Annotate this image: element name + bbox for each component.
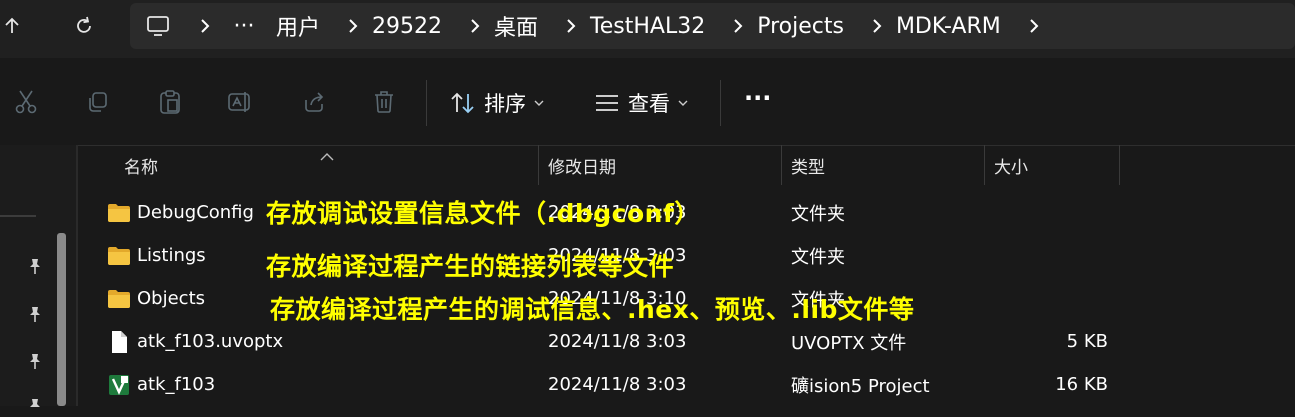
paste-icon[interactable] — [152, 84, 188, 120]
computer-icon[interactable] — [130, 15, 186, 37]
file-size: 16 KB — [1055, 374, 1108, 395]
cut-icon[interactable] — [8, 84, 44, 120]
column-separator[interactable] — [781, 145, 782, 185]
annotation-listings: 存放编译过程产生的链接列表等文件 — [266, 252, 675, 281]
file-type: UVOPTX 文件 — [791, 332, 907, 354]
sort-ascending-icon — [320, 146, 334, 165]
column-name-label: 名称 — [124, 157, 158, 178]
column-header-type[interactable]: 类型 — [791, 145, 981, 185]
view-label: 查看 — [628, 92, 670, 116]
toolbar-divider — [720, 80, 721, 126]
column-separator[interactable] — [984, 145, 985, 185]
file-name: Objects — [137, 288, 206, 309]
column-separator[interactable] — [538, 145, 539, 185]
folder-icon — [108, 290, 130, 308]
breadcrumb-mdk-arm[interactable]: MDK-ARM — [896, 14, 1001, 39]
column-header-date[interactable]: 修改日期 — [548, 145, 778, 185]
file-date: 2024/11/8 3:03 — [548, 331, 687, 352]
file-type: 礦ision5 Project — [791, 375, 930, 397]
breadcrumb-more[interactable]: ··· — [224, 14, 264, 39]
up-arrow-icon[interactable] — [0, 8, 30, 44]
pin-icon[interactable] — [24, 303, 46, 325]
file-icon — [112, 331, 127, 353]
breadcrumb-desktop[interactable]: 桌面 — [494, 10, 538, 42]
more-options-button[interactable]: ··· — [744, 84, 771, 112]
file-row[interactable]: atk_f103.uvoptx 2024/11/8 3:03 UVOPTX 文件… — [90, 320, 1295, 363]
pin-icon[interactable] — [24, 350, 46, 372]
chevron-right-icon[interactable] — [456, 18, 494, 34]
file-size: 5 KB — [1066, 331, 1108, 352]
sort-icon — [451, 92, 474, 114]
file-name: Listings — [137, 245, 206, 266]
file-name: atk_f103.uvoptx — [137, 331, 284, 352]
pin-icon[interactable] — [24, 255, 46, 277]
chevron-right-icon[interactable] — [1015, 18, 1053, 34]
chevron-right-icon[interactable] — [334, 18, 372, 34]
navigation-pane — [0, 145, 76, 407]
chevron-down-icon — [678, 100, 688, 106]
annotation-objects: 存放编译过程产生的调试信息、.hex、预览、.lib文件等 — [270, 295, 915, 324]
more-options-label: ··· — [744, 84, 772, 112]
sort-menu[interactable]: 排序 — [450, 88, 544, 118]
column-date-label: 修改日期 — [548, 157, 616, 178]
delete-icon[interactable] — [366, 84, 402, 120]
breadcrumb-projects[interactable]: Projects — [757, 14, 844, 39]
rename-icon[interactable] — [222, 84, 258, 120]
navigation-scrollbar[interactable] — [57, 233, 66, 406]
navigation-separator — [0, 215, 36, 217]
address-bar[interactable]: ··· 用户 29522 桌面 TestHAL32 Projects MDK-A… — [130, 3, 1295, 49]
refresh-icon[interactable] — [66, 8, 102, 44]
view-icon — [596, 95, 618, 111]
file-size — [994, 277, 1108, 320]
chevron-right-icon[interactable] — [186, 18, 224, 34]
folder-icon — [108, 204, 130, 222]
share-icon[interactable] — [296, 84, 332, 120]
column-type-label: 类型 — [791, 157, 825, 178]
view-menu[interactable]: 查看 — [594, 88, 688, 118]
file-name: atk_f103 — [137, 374, 216, 395]
file-size — [994, 234, 1108, 277]
sort-label: 排序 — [484, 92, 526, 116]
toolbar-divider — [426, 80, 427, 126]
chevron-right-icon[interactable] — [858, 18, 896, 34]
file-type: 文件夹 — [791, 246, 845, 268]
file-size — [994, 191, 1108, 234]
file-name: DebugConfig — [137, 202, 254, 223]
file-date: 2024/11/8 3:03 — [548, 374, 687, 395]
copy-icon[interactable] — [80, 84, 116, 120]
chevron-down-icon — [534, 100, 544, 106]
folder-icon — [108, 247, 130, 265]
file-row[interactable]: atk_f103 2024/11/8 3:03 礦ision5 Project … — [90, 363, 1295, 406]
chevron-right-icon[interactable] — [719, 18, 757, 34]
column-separator[interactable] — [1119, 145, 1120, 185]
keil-project-icon — [109, 375, 129, 395]
annotation-debugconfig: 存放调试设置信息文件（.dbgconf） — [266, 199, 700, 228]
pin-icon[interactable] — [24, 395, 46, 417]
title-nav-bar: ··· 用户 29522 桌面 TestHAL32 Projects MDK-A… — [0, 0, 1295, 58]
column-size-label: 大小 — [994, 157, 1028, 178]
file-type: 文件夹 — [791, 203, 845, 225]
pane-divider[interactable] — [76, 145, 78, 406]
breadcrumb-user-folder[interactable]: 29522 — [372, 14, 442, 39]
column-header-size[interactable]: 大小 — [994, 145, 1114, 185]
breadcrumb-users[interactable]: 用户 — [276, 10, 320, 42]
command-bar: 排序 查看 ··· — [0, 58, 1295, 146]
breadcrumb-testhal32[interactable]: TestHAL32 — [590, 14, 705, 39]
chevron-right-icon[interactable] — [552, 18, 590, 34]
